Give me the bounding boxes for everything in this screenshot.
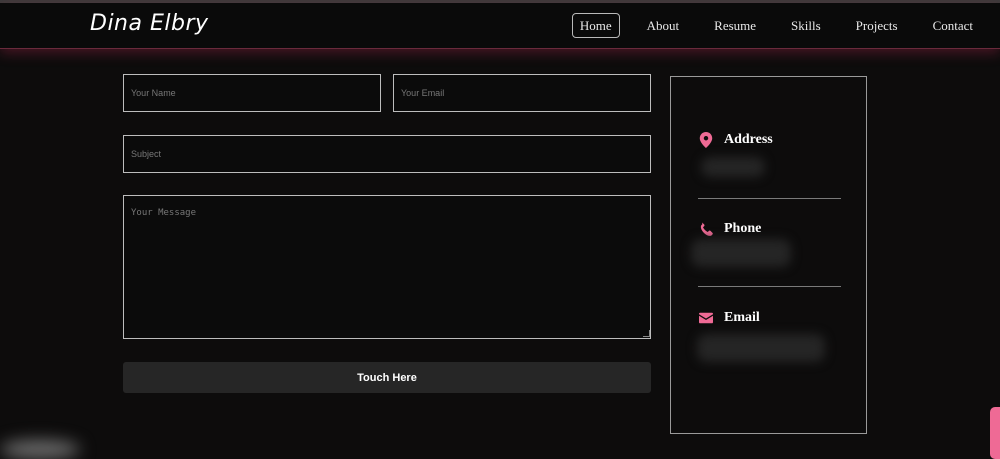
email-heading: Email (699, 310, 760, 326)
map-marker-icon (699, 132, 713, 148)
textarea-resize-handle[interactable] (643, 330, 650, 337)
email-value-redacted (697, 334, 825, 362)
phone-value-redacted (691, 239, 791, 267)
phone-label: Phone (724, 221, 762, 236)
contact-info-card: Address Phone Email (670, 76, 867, 434)
nav-item-resume[interactable]: Resume (706, 13, 764, 38)
info-divider (698, 286, 841, 287)
page: Dina Elbry Home About Resume Skills Proj… (0, 0, 1000, 459)
address-label: Address (724, 132, 773, 147)
nav-item-contact[interactable]: Contact (925, 13, 981, 38)
corner-artifact (0, 440, 80, 459)
phone-heading: Phone (699, 221, 761, 237)
info-divider (698, 198, 841, 199)
name-input[interactable] (123, 74, 381, 112)
scrollbar-thumb[interactable] (990, 407, 1000, 459)
submit-button[interactable]: Touch Here (123, 362, 651, 393)
address-value-redacted (701, 157, 765, 177)
address-heading: Address (699, 132, 773, 148)
nav-item-skills[interactable]: Skills (783, 13, 829, 38)
brand-logo[interactable]: Dina Elbry (90, 11, 209, 36)
email-input[interactable] (393, 74, 651, 112)
email-label: Email (724, 310, 760, 325)
message-textarea[interactable] (123, 195, 651, 339)
subject-input[interactable] (123, 135, 651, 173)
phone-icon (700, 222, 713, 236)
navbar: Dina Elbry Home About Resume Skills Proj… (0, 3, 1000, 49)
envelope-icon (699, 312, 713, 324)
nav-item-projects[interactable]: Projects (848, 13, 906, 38)
main-nav: Home About Resume Skills Projects Contac… (571, 13, 1000, 38)
nav-item-home[interactable]: Home (571, 13, 620, 38)
nav-item-about[interactable]: About (639, 13, 688, 38)
